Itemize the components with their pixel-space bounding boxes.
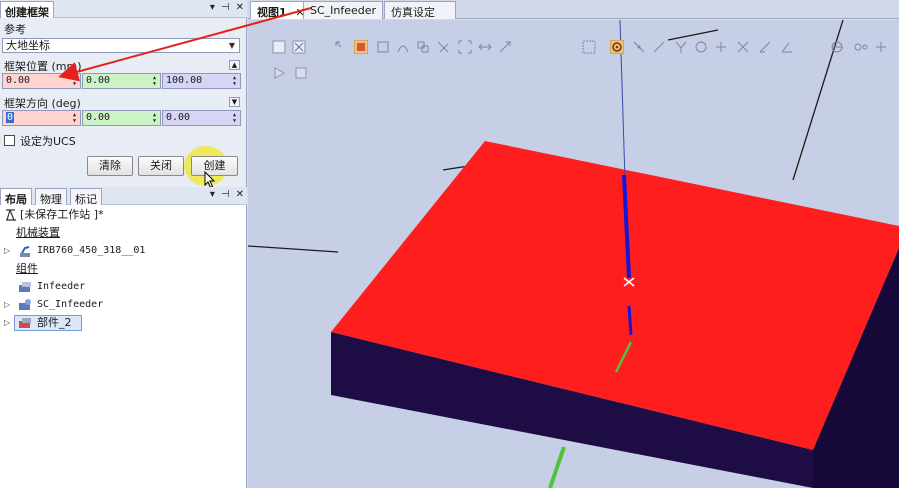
world-y-axis [548,446,566,488]
robot-label: IRB760_450_318__01 [37,245,146,256]
pin-icon[interactable]: ⊣ [221,2,230,16]
expand-icon[interactable]: ▷ [4,297,10,313]
close-button[interactable]: 关闭 [138,156,184,176]
close-icon[interactable]: ✕ [236,189,244,203]
spinner-icon[interactable]: ▲ ▼ [70,75,79,87]
select-mechanism-icon[interactable] [436,40,450,54]
stop-icon[interactable] [294,66,308,80]
orientation-x-field[interactable]: 0 ▲ ▼ [2,110,81,126]
set-ucs-label: 设定为UCS [20,135,76,148]
selection-level-icon[interactable] [334,40,348,54]
collapse-position-icon[interactable]: ▲ [229,60,240,70]
station-icon [6,209,16,221]
view-center-icon[interactable] [292,40,306,54]
z-axis-lower [627,305,633,336]
frame-position-label: 框架位置 (mm) [4,60,82,73]
part-label: 部件_2 [37,316,72,329]
tab-create-frame[interactable]: 创建框架 [0,1,54,19]
orientation-y-value: 0.00 [86,112,111,123]
close-icon[interactable]: ✕ [236,2,244,16]
spinner-icon[interactable]: ▲ ▼ [230,75,239,87]
measure-diameter-icon[interactable] [830,40,844,54]
orientation-y-field[interactable]: 0.00 ▲ ▼ [82,110,161,126]
smart-component-icon [19,299,31,310]
orientation-z-value: 0.00 [166,112,191,123]
select-curve-icon[interactable] [396,40,410,54]
mechanisms-header: 机械装置 [16,226,60,239]
measure-angle-icon[interactable] [780,40,794,54]
measure-icon[interactable] [758,40,772,54]
snap-corner-icon[interactable] [674,40,688,54]
reference-select[interactable]: 大地坐标 ▼ [2,38,240,53]
snap-midpoint-icon[interactable] [632,40,646,54]
panel-menu-icon[interactable]: ▾ [210,2,215,16]
tab-simulation-settings[interactable]: 仿真设定 [384,1,456,19]
spinner-icon[interactable]: ▲ ▼ [70,112,79,124]
select-path-icon[interactable] [478,40,492,54]
create-frame-panel: 创建框架 ▾ ⊣ ✕ 参考 大地坐标 ▼ 框架位置 (mm) ▲ 0.00 ▲ ▼… [0,0,247,488]
infeeder-label: Infeeder [37,281,86,292]
collapse-orientation-icon[interactable]: ▼ [229,97,240,107]
position-x-field[interactable]: 0.00 ▲ ▼ [2,73,81,89]
part-icon [19,318,31,328]
tab-physics[interactable]: 物理 [35,188,67,206]
tab-layout[interactable]: 布局 [0,188,32,206]
panel-menu-icon[interactable]: ▾ [210,189,215,203]
create-frame-header: 创建框架 ▾ ⊣ ✕ [0,0,247,19]
select-surface-icon[interactable] [376,40,390,54]
spinner-icon[interactable]: ▲ ▼ [150,112,159,124]
position-x-value: 0.00 [6,75,31,86]
position-y-value: 0.00 [86,75,111,86]
select-group-icon[interactable] [416,40,430,54]
frame-orientation-label: 框架方向 (deg) [4,97,81,110]
position-y-field[interactable]: 0.00 ▲ ▼ [82,73,161,89]
component-icon [19,282,31,292]
spinner-icon[interactable]: ▲ ▼ [230,112,239,124]
position-z-field[interactable]: 100.00 ▲ ▼ [162,73,241,89]
snap-center-icon[interactable] [610,40,624,54]
snap-object-icon[interactable] [582,40,596,54]
tab-tags[interactable]: 标记 [70,188,102,206]
chevron-down-icon: ▼ [228,41,236,50]
play-icon[interactable] [272,66,286,80]
expand-icon[interactable]: ▷ [4,243,10,259]
select-frame-icon[interactable] [498,40,512,54]
tab-sc-infeeder[interactable]: SC_Infeeder [303,1,383,19]
scene-canvas [248,20,899,488]
measure-min-distance-icon[interactable] [854,40,868,54]
spinner-icon[interactable]: ▲ ▼ [150,75,159,87]
clear-button[interactable]: 清除 [87,156,133,176]
view-all-icon[interactable] [272,40,286,54]
orientation-z-field[interactable]: 0.00 ▲ ▼ [162,110,241,126]
layout-panel-header: 布局 物理 标记 ▾ ⊣ ✕ [0,187,247,206]
graphics-viewport: 视图1 ✕ SC_Infeeder 仿真设定 [248,0,899,488]
layout-tree: [未保存工作站 ]* 机械装置 ▷ IRB760_450_318__01 组件 … [0,205,246,488]
select-target-icon[interactable] [458,40,472,54]
3d-scene[interactable] [248,20,899,488]
set-ucs-checkbox[interactable] [4,135,15,146]
sc-infeeder-label: SC_Infeeder [37,299,104,310]
position-z-value: 100.00 [166,75,203,86]
reference-label: 参考 [4,23,26,36]
orientation-x-value: 0 [6,112,15,123]
measure-point-icon[interactable] [874,40,888,54]
view1-label: 视图1 [257,6,287,19]
reference-value: 大地坐标 [6,39,50,52]
station-label: [未保存工作站 ]* [20,208,104,221]
select-part-icon[interactable] [354,40,368,54]
expand-icon[interactable]: ▷ [4,315,10,331]
snap-grid-icon[interactable] [714,40,728,54]
pin-icon[interactable]: ⊣ [221,189,230,203]
view-tabs: 视图1 ✕ SC_Infeeder 仿真设定 [248,0,899,19]
snap-circle-icon[interactable] [694,40,708,54]
snap-edge-icon[interactable] [652,40,666,54]
components-header: 组件 [16,262,38,275]
robot-icon [20,246,30,257]
snap-local-origin-icon[interactable] [736,40,750,54]
